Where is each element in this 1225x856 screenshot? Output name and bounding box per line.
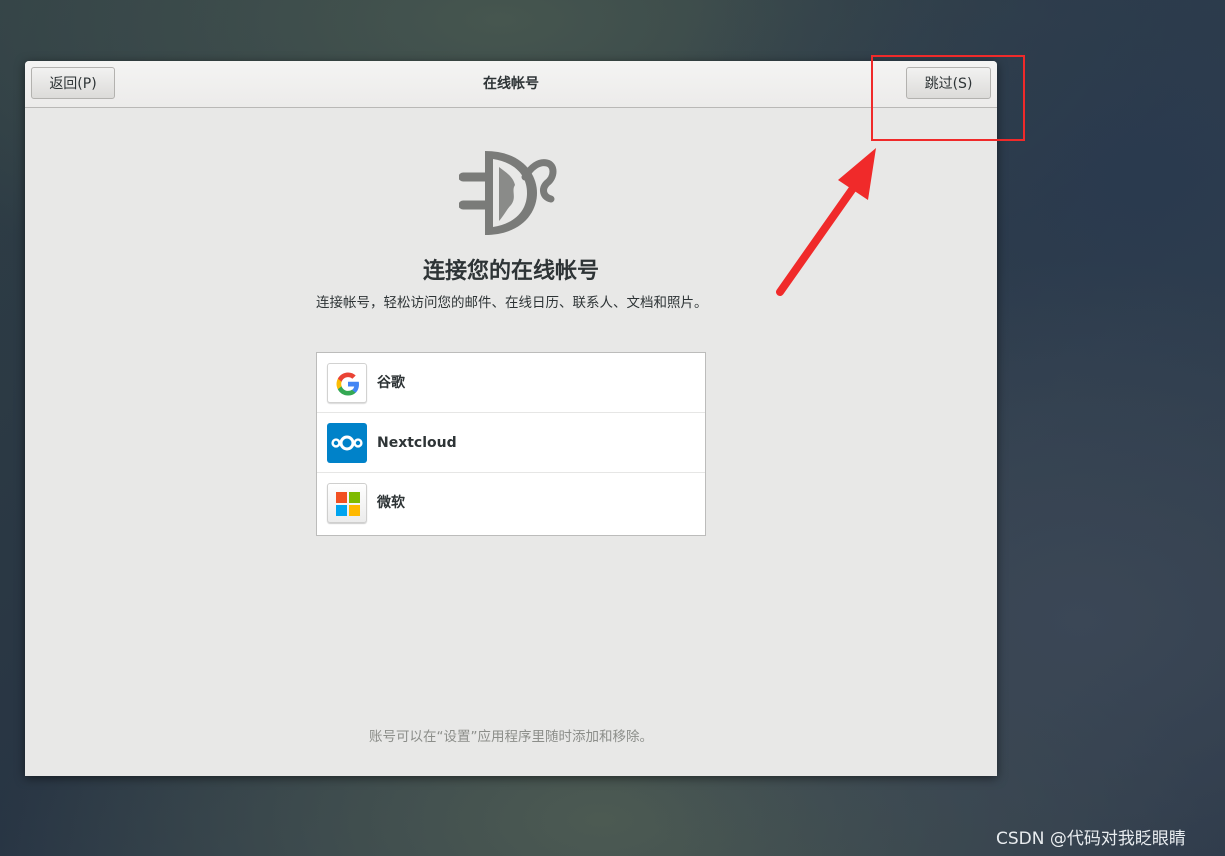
- microsoft-icon: [327, 483, 367, 523]
- provider-label: 谷歌: [377, 375, 405, 391]
- provider-label: 微软: [377, 495, 405, 511]
- watermark-text: CSDN @代码对我眨眼睛: [996, 829, 1186, 849]
- provider-item-nextcloud[interactable]: Nextcloud: [317, 413, 705, 473]
- annotation-arrow-icon: [776, 148, 876, 296]
- google-icon: [327, 363, 367, 403]
- provider-label: Nextcloud: [377, 435, 457, 451]
- provider-item-microsoft[interactable]: 微软: [317, 473, 705, 534]
- online-accounts-icon: [459, 151, 557, 235]
- header-bar: 返回(P) 在线帐号 跳过(S): [25, 61, 997, 108]
- nextcloud-icon: [327, 423, 367, 463]
- back-button[interactable]: 返回(P): [31, 67, 115, 99]
- annotation-highlight-box: [871, 55, 1025, 141]
- page-description: 连接帐号，轻松访问您的邮件、在线日历、联系人、文档和照片。: [316, 295, 708, 311]
- provider-item-google[interactable]: 谷歌: [317, 353, 705, 413]
- footer-note: 账号可以在“设置”应用程序里随时添加和移除。: [369, 729, 653, 745]
- dialog-title: 在线帐号: [483, 76, 539, 92]
- provider-list: 谷歌 Nextcloud 微软: [316, 352, 706, 536]
